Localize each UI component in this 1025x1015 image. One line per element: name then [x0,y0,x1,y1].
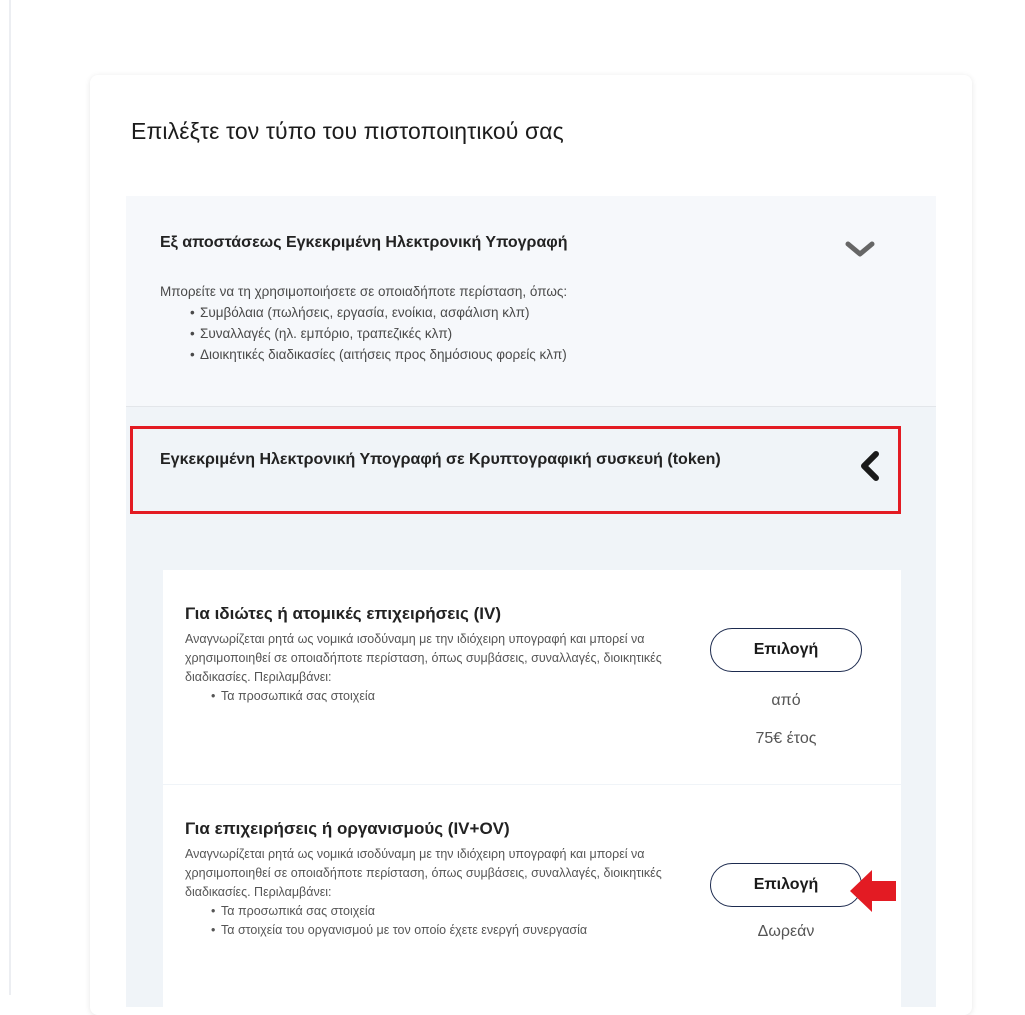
select-button-organization[interactable]: Επιλογή [710,863,862,907]
accordion-title[interactable]: Εξ αποστάσεως Εγκεκριμένη Ηλεκτρονική Υπ… [160,234,568,252]
option-title: Για ιδιώτες ή ατομικές επιχειρήσεις (IV) [185,604,501,623]
option-description-text: Αναγνωρίζεται ρητά ως νομικά ισοδύναμη μ… [185,847,662,899]
left-divider [9,0,11,995]
list-item: Τα προσωπικά σας στοιχεία [211,687,695,706]
select-button-individual[interactable]: Επιλογή [710,628,862,672]
list-item: Τα προσωπικά σας στοιχεία [211,902,695,921]
description-intro: Μπορείτε να τη χρησιμοποιήσετε σε οποιαδ… [160,284,568,299]
option-description: Αναγνωρίζεται ρητά ως νομικά ισοδύναμη μ… [185,630,695,706]
option-bullets: Τα προσωπικά σας στοιχεία [185,687,695,706]
price-prefix: από [771,692,801,709]
accordion-title-token[interactable]: Εγκεκριμένη Ηλεκτρονική Υπογραφή σε Κρυπ… [160,446,800,474]
arrow-left-icon [850,870,896,912]
chevron-left-icon[interactable] [858,448,882,484]
price-value: Δωρεάν [757,923,815,940]
description-bullets: Συμβόλαια (πωλήσεις, εργασία, ενοίκια, α… [160,302,567,365]
option-title: Για επιχειρήσεις ή οργανισμούς (IV+OV) [185,819,510,838]
price-value: 75€ έτος [755,730,817,747]
option-bullets: Τα προσωπικά σας στοιχεία Τα στοιχεία το… [185,902,695,940]
list-item: Συναλλαγές (ηλ. εμπόριο, τραπεζικές κλπ) [190,323,567,344]
list-item: Συμβόλαια (πωλήσεις, εργασία, ενοίκια, α… [190,302,567,323]
chevron-down-icon[interactable] [844,240,876,260]
accordion-description: Μπορείτε να τη χρησιμοποιήσετε σε οποιαδ… [160,281,567,365]
option-card-individual: Για ιδιώτες ή ατομικές επιχειρήσεις (IV)… [163,570,901,784]
list-item: Διοικητικές διαδικασίες (αιτήσεις προς δ… [190,344,567,365]
option-description-text: Αναγνωρίζεται ρητά ως νομικά ισοδύναμη μ… [185,632,662,684]
accordion-remote-signature[interactable]: Εξ αποστάσεως Εγκεκριμένη Ηλεκτρονική Υπ… [126,196,936,407]
option-card-organization: Για επιχειρήσεις ή οργανισμούς (IV+OV) Α… [163,785,901,1015]
page-title: Επιλέξτε τον τύπο του πιστοποιητικού σας [131,118,564,144]
list-item: Τα στοιχεία του οργανισμού με τον οποίο … [211,921,601,940]
option-description: Αναγνωρίζεται ρητά ως νομικά ισοδύναμη μ… [185,845,695,940]
